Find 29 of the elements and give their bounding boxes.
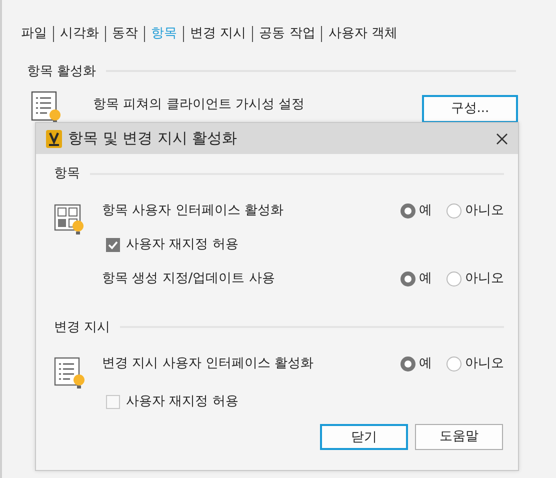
description-text: 항목 피쳐의 클라이언트 가시성 설정 — [93, 96, 306, 114]
option-label: 변경 지시 사용자 인터페이스 활성화 — [102, 355, 315, 374]
dialog-title: 항목 및 변경 지시 활성화 — [68, 128, 238, 150]
menu-tab[interactable]: 시각화 — [60, 24, 99, 44]
menu-tab[interactable]: 파일 — [21, 24, 47, 44]
list-bulb-icon — [54, 357, 86, 391]
menu-tab[interactable]: 사용자 객체 — [328, 24, 398, 44]
radio-button[interactable]: 예 — [400, 268, 434, 288]
menu-tab[interactable]: 동작 — [112, 24, 138, 44]
configure-button[interactable]: 구성... — [422, 95, 518, 122]
radio-button[interactable]: 예 — [400, 200, 434, 220]
section-title: 항목 활성화 — [27, 62, 96, 80]
radio-button[interactable]: 아니오 — [446, 268, 504, 288]
group-title: 항목 — [54, 165, 80, 183]
checkbox[interactable]: 사용자 재지정 허용 — [106, 234, 238, 254]
radio-button[interactable]: 아니오 — [446, 354, 504, 374]
menu-tab[interactable]: 변경 지시 — [190, 24, 246, 44]
menu-tab[interactable]: 공동 작업 — [259, 24, 316, 44]
dialog-button[interactable]: 도움말 — [415, 424, 503, 450]
radio-button[interactable]: 예 — [400, 354, 434, 374]
group-title: 변경 지시 — [54, 318, 110, 336]
checkbox[interactable]: 사용자 재지정 허용 — [106, 392, 238, 412]
dialog-button[interactable]: 닫기 — [320, 424, 408, 450]
option-label: 항목 사용자 인터페이스 활성화 — [102, 202, 284, 220]
close-icon[interactable] — [496, 132, 508, 144]
option-label: 항목 생성 지정/업데이트 사용 — [102, 270, 276, 288]
grid-bulb-icon — [54, 204, 86, 236]
radio-button[interactable]: 아니오 — [446, 200, 504, 220]
app-logo-icon — [46, 130, 62, 148]
